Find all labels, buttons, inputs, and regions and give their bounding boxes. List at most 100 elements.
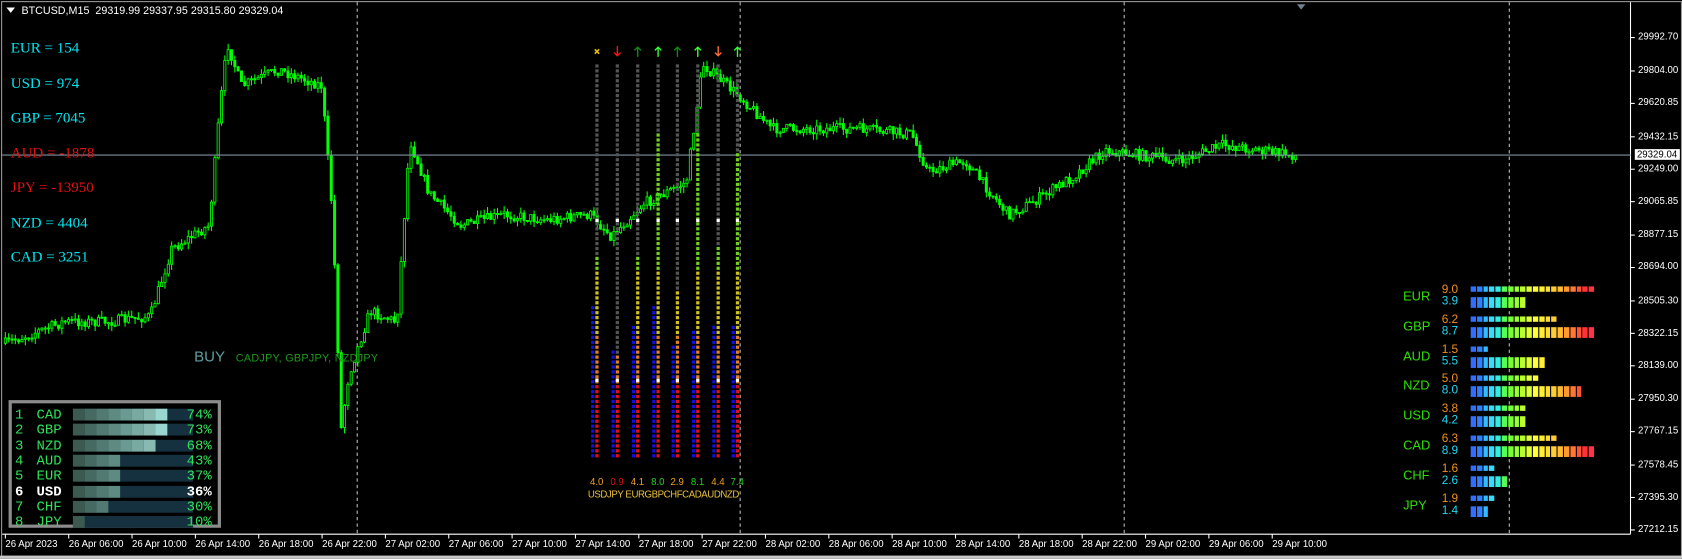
time-tick-label: 28 Apr 06:00 [828,538,884,550]
low-value: 29315.80 [190,5,236,18]
strength-currency: GBP [1403,318,1431,334]
price-tick-label: 28139.00 [1638,359,1679,371]
strength-bar-segment [1501,286,1507,292]
rank-bar-segment [108,454,121,467]
strength-bar-segment [1483,505,1489,517]
strength-bar-segment [1489,495,1495,501]
strength-bar-segment [1563,386,1570,398]
strength-bar-segment [1588,446,1595,457]
time-tick-label: 26 Apr 06:00 [68,538,124,550]
strength-bar-segment [1520,375,1526,382]
ranking-row: 4 AUD 43% [15,452,219,469]
time-tick-label: 28 Apr 10:00 [892,538,947,550]
rank-number: 5 [15,467,24,484]
strength-bar-segment [1563,446,1570,457]
rank-bar-segment [143,408,156,421]
strength-bar-segment [1514,326,1520,338]
strength-bar-segment [1470,495,1476,501]
strength-bar-segment [1470,446,1476,457]
strength-bar-segment [1483,435,1489,441]
rank-bar-segment [108,485,121,498]
strength-bar-segment [1495,356,1501,368]
rank-percent: 43% [186,452,212,469]
strength-bar-segment [1563,286,1570,292]
strength-bar-segment [1501,297,1507,308]
strength-bar-segment [1495,386,1501,398]
price-tick-label: 29620.85 [1638,96,1679,108]
strength-bar-segment [1563,326,1570,338]
strength-bar-segment [1545,386,1551,398]
strength-bar-segment [1520,386,1526,398]
strength-bar-segment [1489,375,1495,382]
strength-bar-segment [1520,316,1526,322]
dropdown-triangle-icon[interactable] [6,7,16,13]
strength-bar-segment [1507,326,1514,338]
ranking-row: 3 NZD 68% [15,437,219,453]
time-tick-label: 29 Apr 10:00 [1272,538,1327,550]
strength-bar-segment [1539,356,1545,368]
strength-bottom-value: 4.2 [1441,414,1459,428]
strength-bar-segment [1489,386,1495,398]
strength-bar-segment [1489,286,1495,292]
price-tick-label: 28505.30 [1638,294,1679,306]
chart-window[interactable]: BTCUSD,M15 29319.99 29337.95 29315.80 29… [0,0,1682,559]
current-price-label: 29329.04 [1634,148,1680,160]
rank-number: 6 [15,483,24,500]
strength-bar-segment [1501,375,1507,382]
rank-number: 4 [15,452,24,469]
rank-bar [72,470,194,482]
strength-bar-segment [1520,435,1526,441]
strength-bar-segment [1507,375,1514,382]
time-tick-label: 26 Apr 14:00 [195,538,251,550]
strength-bar-segment [1576,446,1582,457]
strength-bar-segment [1551,286,1557,292]
strength-bar-segment [1532,375,1539,382]
strength-bar-segment [1476,476,1483,487]
strength-bottom-value: 8.0 [1441,384,1459,398]
strength-bottom-value: 2.6 [1441,473,1459,487]
strength-bottom-value: 1.4 [1441,503,1459,517]
time-tick-label: 26 Apr 2023 [5,538,58,550]
rank-bar-segment [84,408,97,421]
strength-bar-segment [1495,297,1501,308]
strength-bar-segment [1470,297,1476,308]
strength-currency: EUR [1403,288,1431,304]
time-tick-label: 28 Apr 22:00 [1082,538,1137,550]
strength-bar-segment [1551,386,1557,398]
rank-percent: 73% [186,421,212,438]
strength-bar-segment [1526,316,1532,322]
ranking-row: 2 GBP 73% [15,421,219,438]
time-tick-label: 28 Apr 18:00 [1018,538,1074,550]
strength-bar-segment [1576,386,1582,398]
meter-currency-labels: USDJPY EURGBPCHFCADAUDNZD [587,489,740,500]
rank-bar-segment [108,408,121,421]
chart-header: BTCUSD,M15 29319.99 29337.95 29315.80 29… [6,5,283,17]
strength-bar-segment [1526,386,1532,398]
strength-bar-segment [1495,375,1501,382]
strength-bar-segment [1489,326,1495,338]
strength-bar-segment [1495,416,1501,428]
rank-currency: CHF [36,498,62,515]
rank-bar-segment [72,424,85,436]
strength-bar-segment [1570,326,1576,338]
strength-bar-segment [1495,405,1501,412]
strength-bar-segment [1470,465,1476,471]
strength-bar-segment [1476,386,1483,398]
time-tick-label: 26 Apr 18:00 [258,538,314,550]
strength-bar-segment [1520,286,1526,292]
strength-bar-segment [1520,416,1526,428]
rank-percent: 10% [186,513,212,531]
time-tick-label: 26 Apr 22:00 [322,538,377,550]
rank-bar-segment [131,424,144,436]
ranking-row: 1 CAD 74% [15,407,219,423]
rank-bar [72,439,194,452]
strength-bar-segment [1501,405,1507,412]
strength-bar-segment [1514,386,1520,398]
strength-bar-segment [1526,435,1532,441]
price-tick-label: 28877.15 [1638,228,1679,240]
strength-bar-segment [1501,446,1507,457]
strength-bar-segment [1501,356,1507,368]
strength-bottom-value: 5.5 [1441,354,1459,368]
strength-bar-segment [1489,465,1495,471]
price-tick-label: 28694.00 [1638,261,1679,272]
